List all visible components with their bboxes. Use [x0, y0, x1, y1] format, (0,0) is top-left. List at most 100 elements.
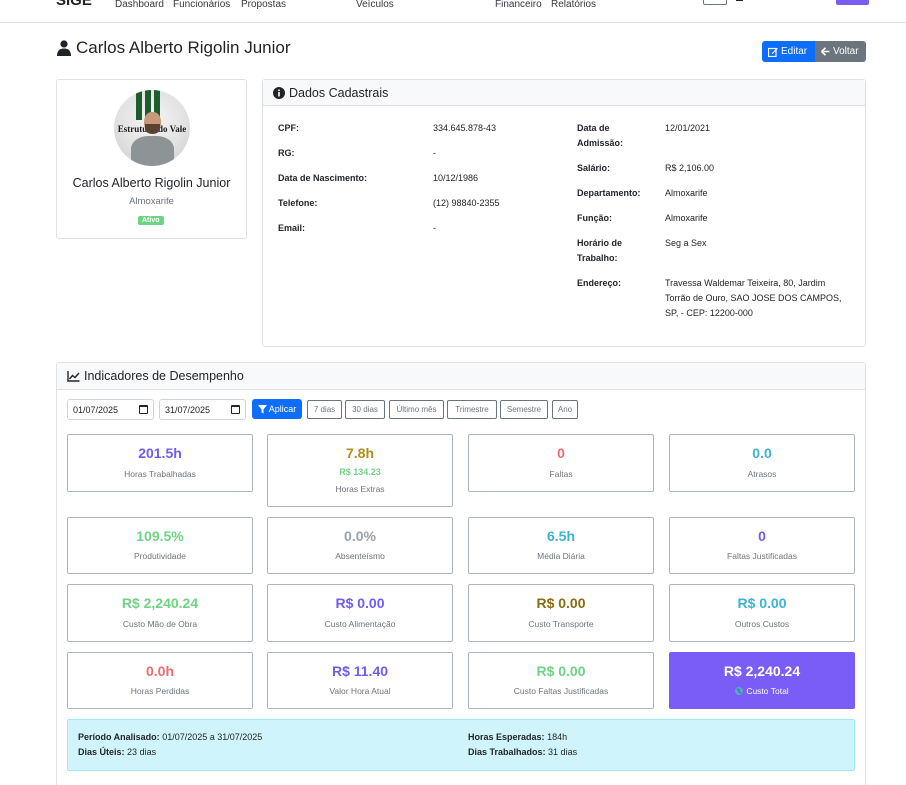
theme-toggle-button[interactable]: [703, 0, 727, 5]
globe-icon: [735, 687, 744, 695]
page-title-text: Carlos Alberto Rigolin Junior: [76, 38, 291, 57]
summary-dias-uteis: Dias Úteis: 23 dias: [78, 745, 156, 760]
metric-label: Faltas Justificadas: [727, 551, 797, 561]
nascimento-label: Data de Nascimento:: [278, 173, 368, 183]
range-ano-button[interactable]: Ano: [552, 400, 578, 419]
telefone-label: Telefone:: [278, 198, 318, 208]
dados-cadastrais-card: Dados Cadastrais CPF: 334.645.878-43 RG:…: [262, 79, 866, 347]
metric-value: R$ 2,240.24: [723, 663, 801, 679]
metric-value: R$ 0.00: [737, 595, 787, 611]
range-semestre-button[interactable]: Semestre: [500, 400, 548, 419]
profile-role: Almoxarife: [129, 196, 174, 207]
metric-custo-transporte: R$ 0.00 Custo Transporte: [468, 584, 654, 642]
metric-label: Outros Custos: [734, 619, 790, 629]
metric-media-diaria: 6.5h Média Diária: [468, 517, 654, 574]
chart-line-icon: [67, 370, 80, 382]
metric-value: 0.0%: [344, 528, 376, 544]
back-button[interactable]: Voltar: [815, 41, 866, 62]
metric-atrasos: 0.0 Atrasos: [669, 434, 855, 492]
endereco-line-3: SP, - CEP: 12200-000: [665, 308, 753, 318]
dados-cadastrais-title: Dados Cadastrais: [289, 85, 389, 100]
summary-esperadas-label: Horas Esperadas:: [468, 732, 545, 742]
email-value: -: [433, 223, 436, 233]
cpf-value: 334.645.878-43: [433, 123, 497, 133]
metric-sub-value: R$ 134.23: [339, 467, 381, 477]
back-button-label: Voltar: [833, 46, 859, 57]
metric-value: 6.5h: [546, 528, 575, 544]
indicadores-title: Indicadores de Desempenho: [84, 369, 244, 383]
horario-label-1: Horário de: [577, 238, 623, 248]
departamento-value: Almoxarife: [665, 188, 708, 198]
metric-outros-custos: R$ 0.00 Outros Custos: [669, 584, 855, 642]
date-end-input[interactable]: 31/07/2025: [159, 399, 246, 420]
profile-card: Estrutura do Vale Carlos Alberto Rigolin…: [56, 79, 247, 239]
summary-uteis-value: 23 dias: [127, 747, 157, 757]
dados-cadastrais-header: Dados Cadastrais: [263, 80, 865, 106]
endereco-line-1: Travessa Waldemar Teixeira, 80, Jardim: [665, 278, 826, 288]
cpf-label: CPF:: [278, 123, 299, 133]
summary-esperadas-value: 184h: [547, 732, 568, 742]
summary-periodo-label: Período Analisado:: [78, 732, 160, 742]
edit-icon: [768, 47, 778, 57]
summary-uteis-label: Dias Úteis:: [78, 747, 125, 757]
summary-trabalhados-label: Dias Trabalhados:: [468, 747, 546, 757]
metric-label: Faltas: [549, 469, 573, 479]
edit-button[interactable]: Editar: [762, 41, 815, 62]
email-label: Email:: [278, 223, 306, 233]
user-icon: [57, 40, 71, 56]
nav-veiculos[interactable]: Veículos: [356, 0, 394, 10]
profile-name: Carlos Alberto Rigolin Junior: [72, 176, 231, 190]
metric-faltas-justificadas: 0 Faltas Justificadas: [669, 517, 855, 574]
avatar: Estrutura do Vale: [114, 90, 190, 166]
metric-value: 109.5%: [136, 528, 184, 544]
metric-custo-faltas-justificadas: R$ 0.00 Custo Faltas Justificadas: [468, 652, 654, 709]
nav-financeiro[interactable]: Financeiro: [495, 0, 542, 10]
metric-produtividade: 109.5% Produtividade: [67, 517, 253, 574]
metric-horas-extras: 7.8h R$ 134.23 Horas Extras: [267, 434, 453, 507]
metric-valor-hora-atual: R$ 11.40 Valor Hora Atual: [267, 652, 453, 709]
endereco-label: Endereço:: [577, 278, 622, 288]
user-menu-icon[interactable]: [736, 0, 743, 1]
metric-label: Valor Hora Atual: [329, 686, 391, 696]
metric-label: Atrasos: [747, 469, 777, 479]
period-summary: Período Analisado: 01/07/2025 a 31/07/20…: [67, 719, 855, 771]
range-ultimo-mes-button[interactable]: Último mês: [389, 400, 444, 419]
metric-label: Horas Trabalhadas: [124, 469, 196, 479]
departamento-label: Departamento:: [577, 188, 641, 198]
admissao-label-2: Admissão:: [577, 138, 624, 148]
date-start-input[interactable]: 01/07/2025: [67, 399, 154, 420]
brand-logo[interactable]: SIGE: [56, 0, 92, 9]
range-trimestre-button[interactable]: Trimestre: [447, 400, 497, 419]
metric-value: 0: [557, 445, 565, 461]
funcao-value: Almoxarife: [665, 213, 708, 223]
metric-label: Horas Extras: [335, 484, 385, 494]
metric-faltas: 0 Faltas: [468, 434, 654, 492]
range-30-dias-button[interactable]: 30 dias: [345, 400, 385, 419]
date-end-value: 31/07/2025: [165, 404, 211, 415]
admissao-value: 12/01/2021: [665, 123, 711, 133]
summary-periodo-value: 01/07/2025 a 31/07/2025: [162, 732, 263, 742]
apply-filter-button[interactable]: Aplicar: [252, 399, 302, 419]
metric-custo-mao-de-obra: R$ 2,240.24 Custo Mão de Obra: [67, 584, 253, 642]
user-action-button[interactable]: [836, 0, 869, 5]
summary-trabalhados-value: 31 dias: [548, 747, 578, 757]
nav-relatorios[interactable]: Relatórios: [551, 0, 596, 10]
rg-value: -: [433, 148, 436, 158]
calendar-icon[interactable]: [139, 405, 148, 414]
metric-value: 0.0: [752, 445, 772, 461]
metric-value: 7.8h: [345, 445, 374, 461]
nav-propostas[interactable]: Propostas: [241, 0, 286, 10]
metric-value: R$ 2,240.24: [121, 595, 199, 611]
filter-icon: [257, 404, 267, 413]
metric-label: Média Diária: [537, 551, 585, 561]
metric-value: R$ 0.00: [536, 663, 586, 679]
metric-label: Custo Transporte: [528, 619, 594, 629]
salario-label: Salário:: [577, 163, 611, 173]
nav-funcionarios[interactable]: Funcionários: [173, 0, 230, 10]
photo-person-body: [131, 136, 174, 166]
metric-label-row: Custo Total: [670, 686, 854, 696]
range-7-dias-button[interactable]: 7 dias: [307, 400, 342, 419]
edit-button-label: Editar: [781, 46, 808, 57]
calendar-icon[interactable]: [231, 405, 240, 414]
nav-dashboard[interactable]: Dashboard: [115, 0, 164, 10]
